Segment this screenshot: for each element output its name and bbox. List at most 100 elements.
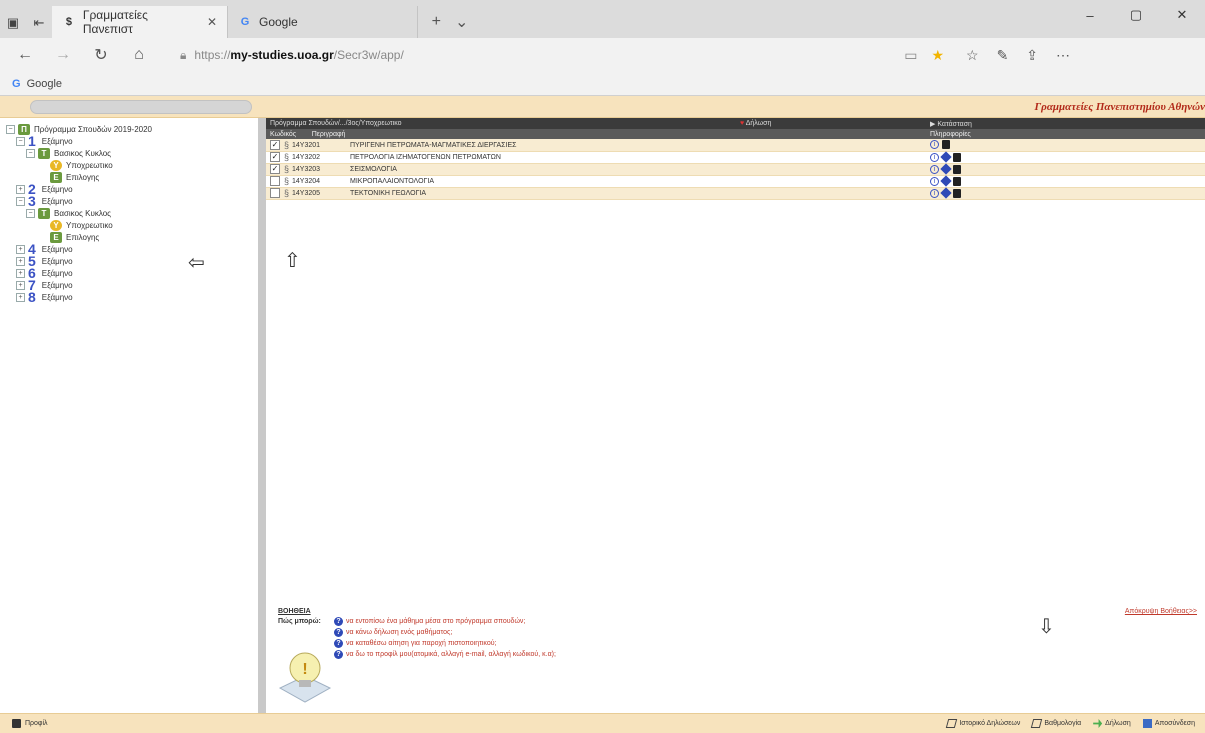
help-link[interactable]: ? να εντοπίσω ένα μάθημα μέσα στο πρόγραμ… <box>334 616 556 627</box>
home-icon[interactable]: ⌂ <box>122 41 156 69</box>
diamond-icon[interactable] <box>940 151 952 163</box>
favorites-hub-icon[interactable]: ☆ <box>966 47 979 64</box>
course-checkbox[interactable]: ✓ <box>270 164 280 174</box>
expand-toggle-icon[interactable]: + <box>16 269 25 278</box>
reading-view-icon[interactable]: ▭ <box>904 47 917 64</box>
col-header-code[interactable]: Κωδικός Περιγραφή <box>266 129 736 139</box>
help-link-text: να εντοπίσω ένα μάθημα μέσα στο πρόγραμμ… <box>346 618 526 625</box>
course-icon: § <box>284 139 290 150</box>
favorite-star-icon[interactable]: ★ <box>931 47 944 64</box>
back-arrow-icon[interactable]: ← <box>8 41 42 69</box>
logout-button[interactable]: Αποσύνδεση <box>1142 719 1195 728</box>
course-checkbox[interactable] <box>270 176 280 186</box>
close-window-button[interactable]: ✕ <box>1159 0 1205 30</box>
tree-semester-6[interactable]: + 6 Εξάμηνο <box>6 266 252 280</box>
collapse-toggle-icon[interactable]: − <box>6 125 15 134</box>
declaration-button[interactable]: Δήλωση <box>1093 719 1131 728</box>
minimize-button[interactable]: – <box>1067 0 1113 30</box>
diamond-icon[interactable] <box>940 187 952 199</box>
info-icon[interactable]: i <box>930 188 939 198</box>
semester-label: Εξάμηνο <box>41 185 73 194</box>
tab-actions-icon[interactable]: ▣ <box>0 8 26 38</box>
collapse-toggle-icon[interactable]: − <box>16 137 25 146</box>
profile-button[interactable]: Προφίλ <box>12 719 48 728</box>
book-icon[interactable] <box>942 140 950 150</box>
course-icon: § <box>284 176 290 186</box>
tree-semester-8[interactable]: + 8 Εξάμηνο <box>6 290 252 304</box>
tree-semester-3[interactable]: − 3 Εξάμηνο <box>6 193 252 209</box>
pen-notes-icon[interactable]: ✎ <box>997 47 1009 64</box>
new-tab-button[interactable]: + <box>432 13 441 31</box>
book-icon[interactable] <box>953 176 961 186</box>
collapse-toggle-icon[interactable]: − <box>16 197 25 206</box>
book-icon[interactable] <box>953 164 961 174</box>
info-icon[interactable]: i <box>930 164 939 174</box>
info-icon[interactable]: i <box>930 140 939 150</box>
app-search-field[interactable] <box>30 99 252 114</box>
info-icon[interactable]: i <box>930 152 939 162</box>
semester-label: Εξάμηνο <box>41 293 73 302</box>
expand-toggle-icon[interactable]: + <box>16 257 25 266</box>
tree-leaf[interactable]: Ε Επιλογης <box>6 232 252 243</box>
history-button[interactable]: Ιστορικό Δηλώσεων <box>946 719 1020 728</box>
diamond-icon[interactable] <box>940 175 952 187</box>
tree-semester-1[interactable]: − 1 Εξάμηνο <box>6 134 252 148</box>
course-checkbox[interactable]: ✓ <box>270 152 280 162</box>
course-checkbox[interactable]: ✓ <box>270 139 280 150</box>
tree-semester-2[interactable]: + 2 Εξάμηνο <box>6 182 252 196</box>
expand-toggle-icon[interactable]: + <box>16 293 25 302</box>
table-row[interactable]: ✓ § 14Υ3203 ΣΕΙΣΜΟΛΟΓΙΑ i <box>266 163 1205 176</box>
course-code: 14Υ3205 <box>292 189 321 197</box>
help-link[interactable]: ? να κάνω δήλωση ενός μαθήματος; <box>334 627 556 638</box>
table-row[interactable]: ✓ § 14Υ3202 ΠΕΤΡΟΛΟΓΙΑ ΙΖΗΜΑΤΟΓΕΝΩΝ ΠΕΤΡΩΜ… <box>266 151 1205 164</box>
tree-cycle[interactable]: − Τ Βασικος Κυκλος <box>6 208 252 219</box>
info-icon[interactable]: i <box>930 176 939 186</box>
table-row[interactable]: § 14Υ3205 ΤΕΚΤΟΝΙΚΗ ΓΕΩΛΟΓΙΑ i <box>266 187 1205 200</box>
url-prefix: https:// <box>194 48 231 62</box>
hide-help-link[interactable]: Απόκρυψη Βοήθειας>> <box>1125 608 1197 615</box>
tree-semester-4[interactable]: + 4 Εξάμηνο <box>6 242 252 256</box>
semester-number: 3 <box>28 193 36 209</box>
forward-arrow-icon[interactable]: → <box>46 41 80 69</box>
tree-leaf[interactable]: Υ Υποχρεωτικο <box>6 160 252 171</box>
tab-google[interactable]: G Google <box>228 6 418 38</box>
pane-splitter[interactable] <box>258 118 266 713</box>
tree-root[interactable]: − Π Πρόγραμμα Σπουδών 2019-2020 <box>6 124 252 135</box>
refresh-icon[interactable]: ↻ <box>84 41 118 69</box>
expand-toggle-icon[interactable]: + <box>16 281 25 290</box>
help-link-text: να κάνω δήλωση ενός μαθήματος; <box>346 629 453 636</box>
book-icon[interactable] <box>953 152 961 162</box>
semester-label: Εξάμηνο <box>41 245 73 254</box>
grades-button[interactable]: Βαθμολογία <box>1031 719 1081 728</box>
help-link[interactable]: ? να καταθέσω αίτηση για παροχή πιστοποιη… <box>334 638 556 649</box>
expand-toggle-icon[interactable]: + <box>16 245 25 254</box>
help-link[interactable]: ? να δω το προφίλ μου(ατομικά, αλλαγή e-m… <box>334 649 556 660</box>
course-code: 14Υ3204 <box>292 177 321 185</box>
diamond-icon[interactable] <box>940 163 952 175</box>
declaration-header[interactable]: ♥ Δήλωση <box>736 118 926 129</box>
google-fav-icon: G <box>12 77 21 90</box>
tree-semester-7[interactable]: + 7 Εξάμηνο <box>6 278 252 292</box>
registration-header[interactable]: ▶ Κατάσταση <box>926 118 1205 129</box>
tree-semester-5[interactable]: + 5 Εξάμηνο <box>6 254 252 268</box>
url-field[interactable]: 🔒︎ https://my-studies.uoa.gr/Secr3w/app/… <box>170 42 954 68</box>
close-tab-icon[interactable]: ✕ <box>207 15 217 29</box>
tree-cycle[interactable]: − Τ Βασικος Κυκλος <box>6 148 252 159</box>
col-header-info[interactable]: Πληροφορίες <box>926 129 1205 139</box>
collapse-toggle-icon[interactable]: − <box>26 209 35 218</box>
tab-list-chevron-icon[interactable]: ⌄ <box>455 12 468 32</box>
expand-toggle-icon[interactable]: + <box>16 185 25 194</box>
tree-leaf-selected[interactable]: Υ Υποχρεωτικο <box>6 220 252 231</box>
maximize-button[interactable]: ▢ <box>1113 0 1159 30</box>
table-row[interactable]: § 14Υ3204 ΜΙΚΡΟΠΑΛΑΙΟΝΤΟΛΟΓΙΑ i <box>266 175 1205 188</box>
collapse-toggle-icon[interactable]: − <box>26 149 35 158</box>
more-menu-icon[interactable]: ⋯ <box>1056 47 1070 64</box>
tree-leaf[interactable]: Ε Επιλογης <box>6 172 252 183</box>
share-icon[interactable]: ⇪ <box>1026 47 1038 64</box>
course-checkbox[interactable] <box>270 188 280 198</box>
book-icon[interactable] <box>953 188 961 198</box>
favorite-link-google[interactable]: Google <box>27 78 62 90</box>
tab-aside-icon[interactable]: ⇤ <box>26 8 52 38</box>
table-row[interactable]: ✓ § 14Υ3201 ΠΥΡΙΓΕΝΗ ΠΕΤΡΩΜΑΤΑ-ΜΑΓΜΑΤΙΚΕΣ … <box>266 139 1205 152</box>
tab-grammateies[interactable]: $ Γραμματείες Πανεπιστ ✕ <box>52 6 228 38</box>
